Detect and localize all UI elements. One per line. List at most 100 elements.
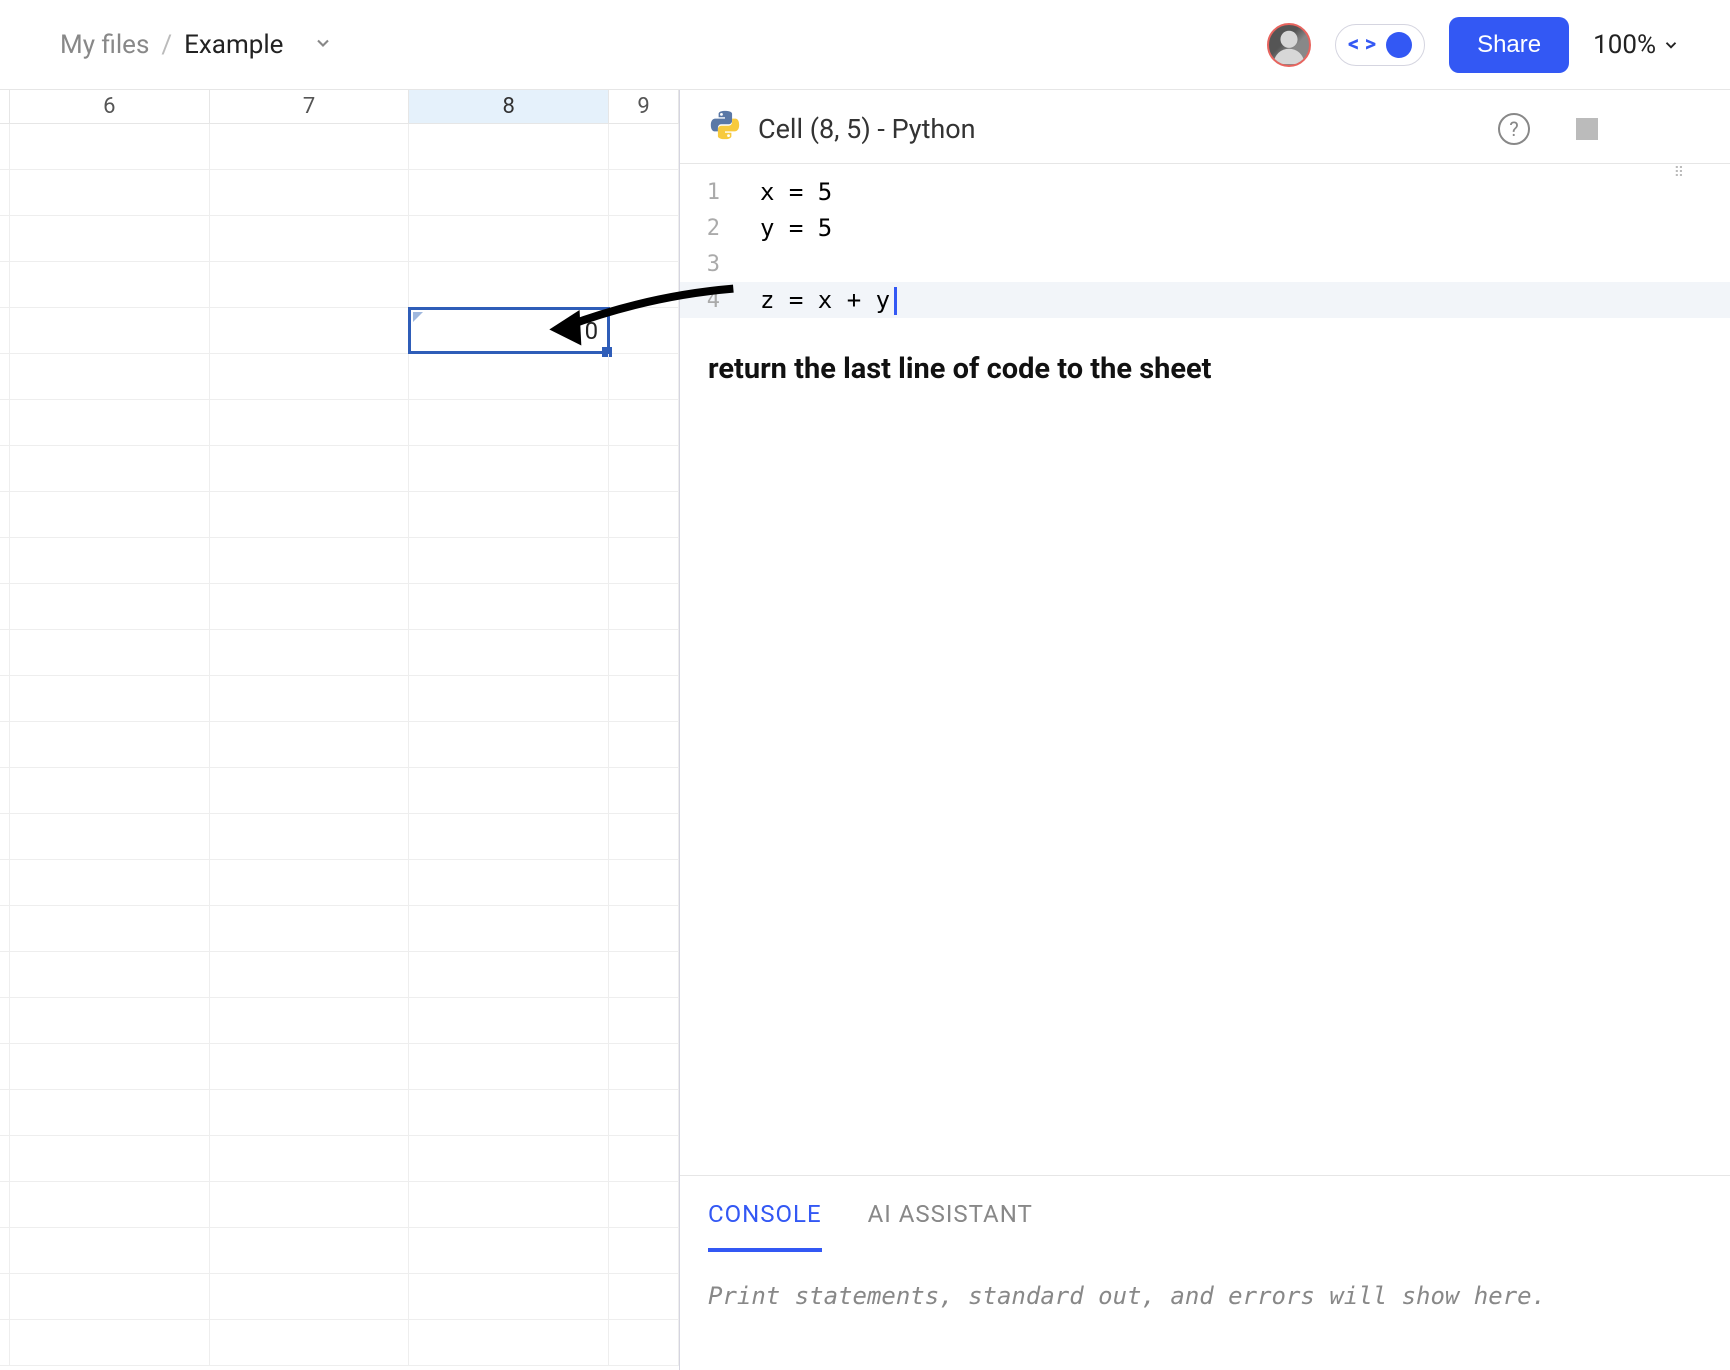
cell[interactable] bbox=[10, 308, 210, 353]
cell[interactable] bbox=[609, 860, 679, 905]
cell[interactable] bbox=[210, 1090, 410, 1135]
share-button[interactable]: Share bbox=[1449, 17, 1569, 73]
cell[interactable] bbox=[609, 492, 679, 537]
cell[interactable] bbox=[10, 814, 210, 859]
cell[interactable] bbox=[10, 216, 210, 261]
cell[interactable] bbox=[210, 1320, 410, 1365]
cell[interactable] bbox=[409, 1320, 609, 1365]
cell[interactable] bbox=[409, 492, 609, 537]
cell[interactable] bbox=[10, 1044, 210, 1089]
cell[interactable] bbox=[210, 630, 410, 675]
cell[interactable] bbox=[409, 584, 609, 629]
cell[interactable] bbox=[210, 1274, 410, 1319]
cell[interactable] bbox=[409, 1274, 609, 1319]
cell[interactable] bbox=[409, 354, 609, 399]
cell[interactable] bbox=[210, 722, 410, 767]
cell[interactable] bbox=[609, 676, 679, 721]
breadcrumb-current[interactable]: Example bbox=[184, 30, 283, 60]
cell[interactable] bbox=[609, 906, 679, 951]
cell[interactable] bbox=[210, 676, 410, 721]
cell[interactable] bbox=[210, 492, 410, 537]
code-line[interactable]: 4z = x + y bbox=[680, 282, 1730, 318]
cell[interactable] bbox=[10, 1274, 210, 1319]
cell[interactable] bbox=[609, 1090, 679, 1135]
cell[interactable] bbox=[609, 538, 679, 583]
cell[interactable] bbox=[409, 400, 609, 445]
cell[interactable] bbox=[210, 308, 410, 353]
cell[interactable] bbox=[10, 998, 210, 1043]
cell[interactable] bbox=[409, 1136, 609, 1181]
cell[interactable] bbox=[609, 308, 679, 353]
cell[interactable] bbox=[609, 722, 679, 767]
cell[interactable] bbox=[210, 1228, 410, 1273]
cell[interactable] bbox=[210, 814, 410, 859]
cell[interactable] bbox=[10, 906, 210, 951]
column-header[interactable]: 8 bbox=[409, 90, 609, 123]
cell[interactable] bbox=[10, 1228, 210, 1273]
cell[interactable] bbox=[409, 170, 609, 215]
cell[interactable] bbox=[210, 584, 410, 629]
cell[interactable] bbox=[409, 1228, 609, 1273]
cell[interactable] bbox=[409, 124, 609, 169]
code-line[interactable]: 3 bbox=[680, 246, 1730, 282]
code-line[interactable]: 1x = 5 bbox=[680, 174, 1730, 210]
cell[interactable] bbox=[10, 1182, 210, 1227]
cell[interactable] bbox=[10, 1090, 210, 1135]
cell[interactable] bbox=[210, 998, 410, 1043]
cell[interactable] bbox=[409, 446, 609, 491]
column-header[interactable]: 6 bbox=[10, 90, 210, 123]
cell[interactable] bbox=[409, 1182, 609, 1227]
cell[interactable] bbox=[409, 262, 609, 307]
spreadsheet[interactable]: 6 7 8 9 10 bbox=[0, 90, 680, 1370]
help-icon[interactable]: ? bbox=[1498, 113, 1530, 145]
cell[interactable] bbox=[210, 262, 410, 307]
drag-handle-icon[interactable]: ⠿ bbox=[1674, 165, 1686, 181]
cell[interactable] bbox=[609, 400, 679, 445]
cell[interactable] bbox=[409, 814, 609, 859]
column-header[interactable]: 7 bbox=[210, 90, 410, 123]
cell[interactable] bbox=[210, 170, 410, 215]
cell[interactable] bbox=[609, 170, 679, 215]
cell[interactable] bbox=[10, 170, 210, 215]
cell[interactable] bbox=[409, 1044, 609, 1089]
zoom-control[interactable]: 100% bbox=[1593, 30, 1680, 60]
cell[interactable] bbox=[210, 906, 410, 951]
cell[interactable]: 10 bbox=[409, 308, 609, 353]
cell[interactable] bbox=[609, 998, 679, 1043]
cell[interactable] bbox=[210, 1044, 410, 1089]
cell[interactable] bbox=[210, 446, 410, 491]
cell[interactable] bbox=[10, 538, 210, 583]
cell[interactable] bbox=[409, 768, 609, 813]
cell[interactable] bbox=[210, 124, 410, 169]
cell[interactable] bbox=[210, 768, 410, 813]
cell[interactable] bbox=[609, 1136, 679, 1181]
cell[interactable] bbox=[609, 814, 679, 859]
cell[interactable] bbox=[10, 400, 210, 445]
cell[interactable] bbox=[609, 124, 679, 169]
cell[interactable] bbox=[609, 630, 679, 675]
avatar[interactable] bbox=[1267, 23, 1311, 67]
breadcrumb-root[interactable]: My files bbox=[60, 30, 149, 60]
cell[interactable] bbox=[10, 262, 210, 307]
cell[interactable] bbox=[609, 354, 679, 399]
cell[interactable] bbox=[10, 1136, 210, 1181]
cell[interactable] bbox=[409, 998, 609, 1043]
column-header[interactable]: 9 bbox=[609, 90, 679, 123]
cell[interactable] bbox=[10, 952, 210, 997]
cell[interactable] bbox=[210, 1136, 410, 1181]
cell[interactable] bbox=[609, 1228, 679, 1273]
cell[interactable] bbox=[609, 446, 679, 491]
cell[interactable] bbox=[210, 952, 410, 997]
cell[interactable] bbox=[10, 584, 210, 629]
cell[interactable] bbox=[210, 538, 410, 583]
cell[interactable] bbox=[609, 1044, 679, 1089]
cell[interactable] bbox=[609, 216, 679, 261]
cell[interactable] bbox=[609, 262, 679, 307]
cell[interactable] bbox=[10, 860, 210, 905]
cell[interactable] bbox=[409, 952, 609, 997]
cell[interactable] bbox=[10, 722, 210, 767]
cell[interactable] bbox=[10, 492, 210, 537]
cell[interactable] bbox=[409, 860, 609, 905]
cell[interactable] bbox=[210, 400, 410, 445]
cell[interactable] bbox=[210, 1182, 410, 1227]
